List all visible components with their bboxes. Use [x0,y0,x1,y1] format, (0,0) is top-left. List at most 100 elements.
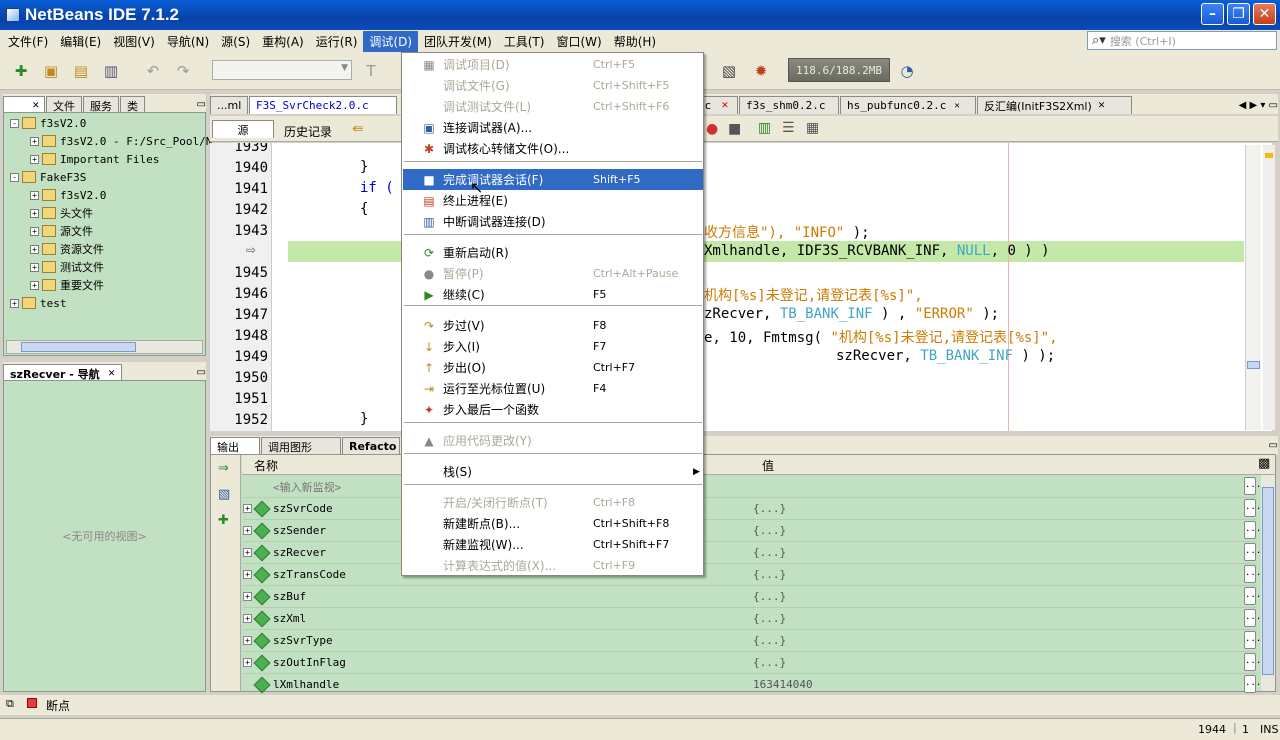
tree-node[interactable]: + 重要文件 [4,276,205,294]
debug-menu-item[interactable]: ✱ 调试核心转储文件(O)... [403,138,703,159]
expand-icon[interactable]: + [30,280,39,290]
new-watch-icon[interactable]: ✚ [218,513,229,528]
close-icon[interactable]: ✕ [721,101,729,111]
menu-source[interactable]: 源(S) [215,31,256,52]
debug-menu-item[interactable]: ↑ 步出(O) Ctrl+F7 [403,357,703,378]
watch-row[interactable]: + szSvrType {...}... [243,630,1261,652]
close-button[interactable]: ✕ [1253,3,1276,25]
watch-row[interactable]: + szBuf {...}... [243,586,1261,608]
debug-attach-icon[interactable]: ✹ [750,60,772,82]
debug-menu-item[interactable]: ● 暂停(P) Ctrl+Alt+Pause [403,263,703,284]
menu-run[interactable]: 运行(R) [310,31,364,52]
expand-icon[interactable]: + [30,226,39,236]
redo-icon[interactable]: ↷ [172,60,194,82]
tab-scroll-icons[interactable]: ◀ ▶ ▾ ▭ [1239,100,1278,111]
column-chooser-icon[interactable]: ▩ [1258,456,1270,471]
close-icon[interactable]: ✕ [1098,101,1106,111]
expand-icon[interactable]: + [243,526,252,535]
editor-tab-c[interactable]: c ✕ [698,96,738,114]
new-project-icon[interactable]: ▣ [40,60,62,82]
debug-menu-item[interactable]: ↓ 步入(I) F7 [403,336,703,357]
search-box[interactable]: ⌕▾ 搜索 (Ctrl+I) [1087,31,1277,50]
column-name[interactable]: 名称 [254,457,278,474]
record-macro-icon[interactable]: ● [706,121,718,137]
editor-tab-xml[interactable]: ...ml [210,96,248,114]
breakpoints-tab[interactable]: 断点 [46,697,70,714]
minimize-panel-icon[interactable]: ▭ [1269,440,1278,451]
projects-tree[interactable]: - f3sV2.0 + f3sV2.0 - F:/Src_Pool/N + Importa… [3,112,212,356]
dots-button[interactable]: ... [1244,565,1261,583]
debug-menu-item[interactable]: ▤ 终止进程(E) [403,190,703,211]
tree-node[interactable]: + test [4,294,205,312]
expand-icon[interactable]: + [243,592,252,601]
editor-tab-disasm[interactable]: 反汇编(InitF3S2Xml) ✕ [977,96,1132,114]
debug-menu-item[interactable]: ⟳ 重新启动(R) [403,242,703,263]
tab-history[interactable]: 历史记录 [284,123,332,140]
dots-button[interactable]: ... [1244,653,1261,671]
expand-icon[interactable]: + [243,636,252,645]
tree-node[interactable]: - FakeF3S [4,168,205,186]
menu-edit[interactable]: 编辑(E) [54,31,107,52]
column-value[interactable]: 值 [762,457,774,474]
tree-node[interactable]: + 资源文件 [4,240,205,258]
expand-icon[interactable]: + [243,504,252,513]
debug-menu-item[interactable]: 新建断点(B)... Ctrl+Shift+F8 [403,513,703,534]
tab-output[interactable]: 输出 [210,437,260,455]
menu-file[interactable]: 文件(F) [2,31,54,52]
expand-icon[interactable]: + [30,190,39,200]
debug-menu-item[interactable]: ▥ 中断调试器连接(D) [403,211,703,232]
debug-menu-item[interactable]: ▲ 应用代码更改(Y) [403,430,703,451]
editor-vertical-scrollbar[interactable] [1245,145,1261,430]
debug-menu-item[interactable]: 调试测试文件(L) Ctrl+Shift+F6 [403,96,703,117]
close-icon[interactable]: ✕ [32,101,40,111]
dots-button[interactable]: ... [1244,675,1261,693]
restore-icon[interactable]: ⧉ [6,697,14,711]
menu-navigate[interactable]: 导航(N) [161,31,215,52]
menu-tools[interactable]: 工具(T) [498,31,551,52]
debug-menu-item[interactable]: ↷ 步过(V) F8 [403,315,703,336]
debug-menu-item[interactable]: ▦ 调试项目(D) Ctrl+F5 [403,54,703,75]
watch-row[interactable]: + szXml {...}... [243,608,1261,630]
memory-indicator[interactable]: 118.6/188.2MB [788,58,890,82]
error-stripe[interactable] [1263,145,1275,430]
menu-help[interactable]: 帮助(H) [608,31,662,52]
build-icon[interactable]: T [360,60,382,82]
expand-icon[interactable]: + [243,570,252,579]
format-icon[interactable]: ☰ [782,120,795,136]
watches-scrollbar[interactable] [1261,475,1275,691]
open-project-icon[interactable]: ▤ [70,60,92,82]
minimize-button[interactable]: – [1201,3,1224,25]
editor-tab-svrcheck[interactable]: F3S_SvrCheck2.0.c [249,96,397,114]
watch-row[interactable]: + szTransCode {...}... [243,564,1261,586]
menu-view[interactable]: 视图(V) [107,31,161,52]
tree-node[interactable]: + Important Files [4,150,205,168]
save-all-icon[interactable]: ▥ [100,60,122,82]
profile-icon[interactable]: ▧ [718,60,740,82]
watch-row[interactable]: + szSender {...}... [243,520,1261,542]
menu-team[interactable]: 团队开发(M) [418,31,498,52]
editor-tab-shm[interactable]: f3s_shm0.2.c [739,96,839,114]
watch-view-icon[interactable]: ▧ [218,487,230,502]
dots-button[interactable]: ... [1244,521,1261,539]
configuration-combo[interactable]: ▼ [212,60,352,80]
debug-menu-item[interactable]: ⇥ 运行至光标位置(U) F4 [403,378,703,399]
menu-window[interactable]: 窗口(W) [550,31,607,52]
gc-icon[interactable]: ◔ [896,60,918,82]
watch-row[interactable]: + szOutInFlag {...}... [243,652,1261,674]
projects-scrollbar[interactable] [6,340,203,354]
tab-source[interactable]: 源 [212,120,274,138]
debug-menu-item[interactable]: 新建监视(W)... Ctrl+Shift+F7 [403,534,703,555]
expand-icon[interactable]: + [243,658,252,667]
tree-node[interactable]: + f3sV2.0 [4,186,205,204]
expand-icon[interactable]: + [243,614,252,623]
editor-tab-pubfunc[interactable]: hs_pubfunc0.2.c ✕ [840,96,976,114]
watch-row[interactable]: + szSvrCode {...}... [243,498,1261,520]
dots-button[interactable]: ... [1244,543,1261,561]
menu-refactor[interactable]: 重构(A) [256,31,310,52]
tree-node[interactable]: - f3sV2.0 [4,114,205,132]
expand-icon[interactable]: + [30,208,39,218]
debug-menu-item[interactable]: ■ 完成调试器会话(F) Shift+F5 [403,169,703,190]
close-icon[interactable]: ✕ [954,101,959,111]
expand-icon[interactable]: + [30,262,39,272]
dots-button[interactable]: ... [1244,587,1261,605]
